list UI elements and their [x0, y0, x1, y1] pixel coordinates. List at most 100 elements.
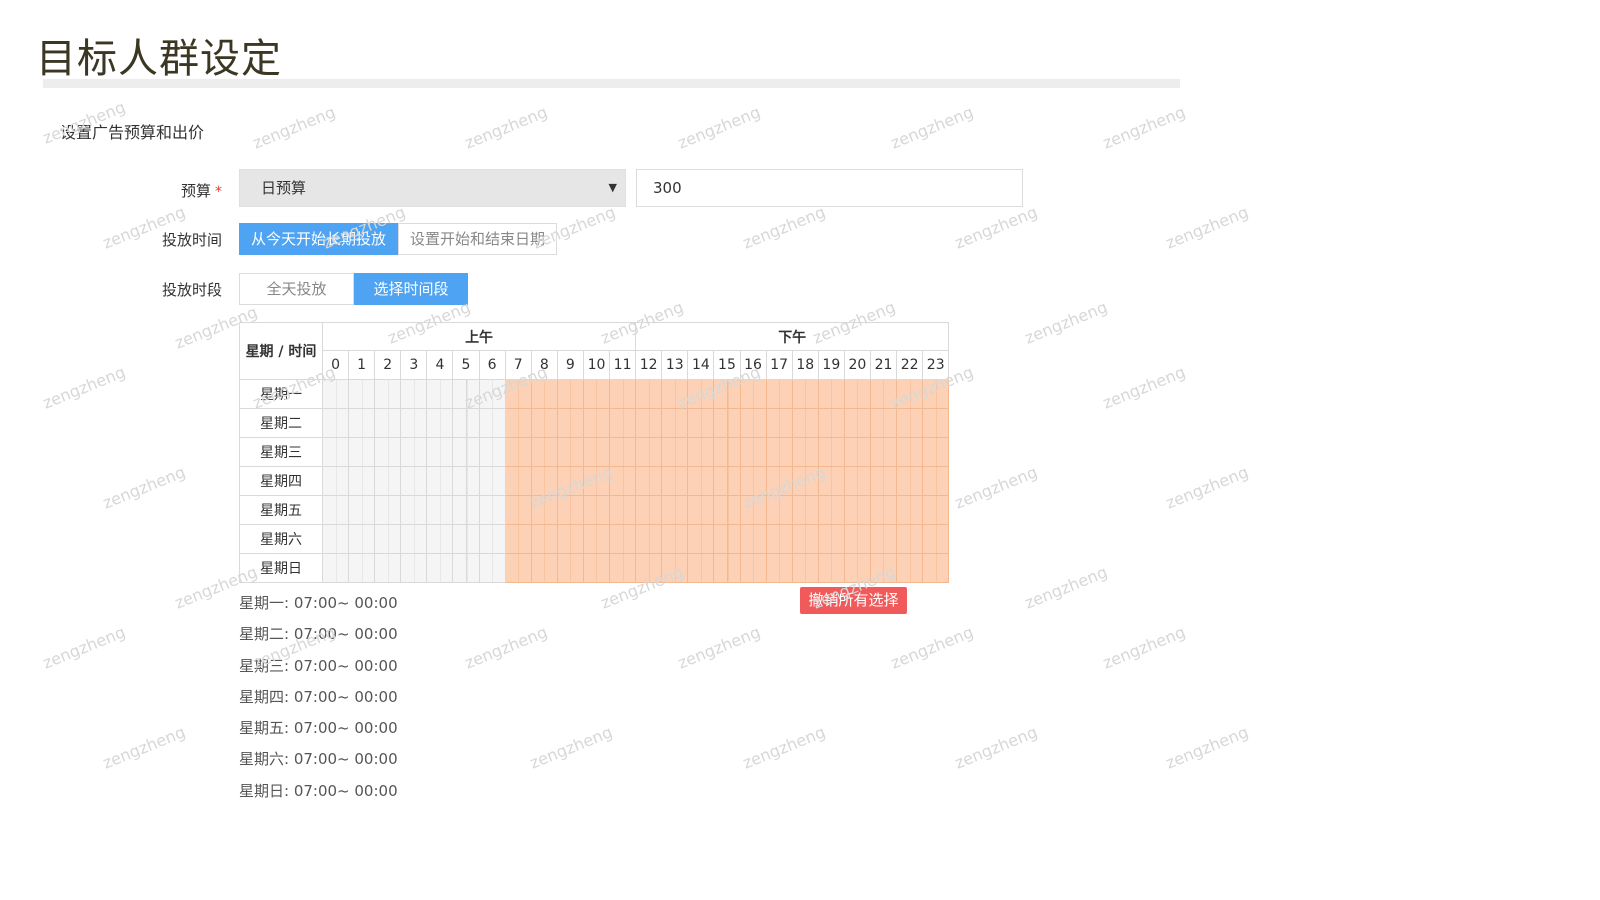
day-label[interactable]: 星期四: [239, 466, 323, 496]
time-slot-cell[interactable]: [739, 408, 767, 438]
time-slot-cell[interactable]: [843, 466, 871, 496]
time-slot-cell[interactable]: [922, 437, 950, 467]
time-slot-cell[interactable]: [661, 553, 689, 583]
time-slot-cell[interactable]: [426, 466, 454, 496]
time-slot-cell[interactable]: [635, 524, 663, 554]
time-slot-cell[interactable]: [400, 524, 428, 554]
hour-header[interactable]: 20: [843, 350, 871, 380]
time-slot-cell[interactable]: [765, 408, 793, 438]
hour-header[interactable]: 0: [321, 350, 350, 380]
time-slot-cell[interactable]: [348, 524, 376, 554]
time-slot-cell[interactable]: [478, 466, 506, 496]
time-slot-cell[interactable]: [896, 408, 924, 438]
time-slot-cell[interactable]: [661, 408, 689, 438]
time-slot-cell[interactable]: [374, 379, 402, 409]
time-slot-cell[interactable]: [713, 466, 741, 496]
set-date-range-button[interactable]: 设置开始和结束日期: [398, 223, 558, 255]
cancel-all-selection-button[interactable]: 撤销所有选择: [800, 587, 907, 614]
time-slot-cell[interactable]: [791, 553, 819, 583]
time-slot-cell[interactable]: [582, 437, 611, 467]
day-label[interactable]: 星期一: [239, 379, 323, 409]
time-slot-cell[interactable]: [504, 524, 532, 554]
day-label[interactable]: 星期二: [239, 408, 323, 438]
time-slot-cell[interactable]: [817, 466, 845, 496]
all-day-button[interactable]: 全天投放: [239, 273, 354, 305]
time-slot-cell[interactable]: [609, 553, 637, 583]
time-slot-cell[interactable]: [635, 408, 663, 438]
time-slot-cell[interactable]: [713, 408, 741, 438]
time-slot-cell[interactable]: [843, 437, 871, 467]
time-slot-cell[interactable]: [321, 553, 350, 583]
hour-header[interactable]: 4: [426, 350, 454, 380]
hour-header[interactable]: 6: [478, 350, 506, 380]
time-slot-cell[interactable]: [609, 524, 637, 554]
hour-header[interactable]: 7: [504, 350, 532, 380]
time-slot-cell[interactable]: [426, 379, 454, 409]
time-slot-cell[interactable]: [556, 466, 584, 496]
hour-header[interactable]: 2: [374, 350, 402, 380]
time-slot-cell[interactable]: [556, 437, 584, 467]
budget-type-select[interactable]: 日预算 ▼: [239, 169, 626, 207]
time-slot-cell[interactable]: [348, 379, 376, 409]
time-slot-cell[interactable]: [765, 553, 793, 583]
time-slot-cell[interactable]: [374, 495, 402, 525]
time-slot-cell[interactable]: [739, 524, 767, 554]
time-slot-cell[interactable]: [478, 379, 506, 409]
time-slot-cell[interactable]: [661, 437, 689, 467]
time-slot-cell[interactable]: [635, 553, 663, 583]
time-slot-cell[interactable]: [687, 553, 715, 583]
time-slot-cell[interactable]: [478, 408, 506, 438]
hour-header[interactable]: 5: [452, 350, 480, 380]
time-slot-cell[interactable]: [504, 408, 532, 438]
time-slot-cell[interactable]: [609, 495, 637, 525]
hour-header[interactable]: 10: [582, 350, 611, 380]
time-slot-cell[interactable]: [765, 466, 793, 496]
time-slot-cell[interactable]: [400, 495, 428, 525]
time-slot-cell[interactable]: [843, 524, 871, 554]
time-slot-cell[interactable]: [713, 379, 741, 409]
time-slot-cell[interactable]: [843, 553, 871, 583]
hour-header[interactable]: 13: [661, 350, 689, 380]
time-slot-cell[interactable]: [400, 437, 428, 467]
time-slot-cell[interactable]: [478, 437, 506, 467]
time-slot-cell[interactable]: [478, 495, 506, 525]
time-slot-cell[interactable]: [530, 379, 558, 409]
time-slot-cell[interactable]: [374, 553, 402, 583]
time-slot-cell[interactable]: [400, 466, 428, 496]
time-slot-cell[interactable]: [791, 379, 819, 409]
time-slot-cell[interactable]: [739, 379, 767, 409]
time-slot-cell[interactable]: [817, 408, 845, 438]
time-slot-cell[interactable]: [582, 524, 611, 554]
time-slot-cell[interactable]: [556, 524, 584, 554]
select-period-button[interactable]: 选择时间段: [354, 273, 468, 305]
time-slot-cell[interactable]: [635, 379, 663, 409]
time-slot-cell[interactable]: [452, 495, 480, 525]
time-slot-cell[interactable]: [713, 437, 741, 467]
time-slot-cell[interactable]: [321, 379, 350, 409]
time-slot-cell[interactable]: [556, 379, 584, 409]
time-slot-cell[interactable]: [609, 408, 637, 438]
time-slot-cell[interactable]: [426, 553, 454, 583]
time-slot-cell[interactable]: [556, 495, 584, 525]
time-slot-cell[interactable]: [791, 466, 819, 496]
time-slot-cell[interactable]: [869, 466, 898, 496]
hour-header[interactable]: 9: [556, 350, 584, 380]
time-slot-cell[interactable]: [922, 466, 950, 496]
time-slot-cell[interactable]: [922, 495, 950, 525]
time-slot-cell[interactable]: [452, 437, 480, 467]
time-slot-cell[interactable]: [765, 379, 793, 409]
time-slot-cell[interactable]: [582, 553, 611, 583]
time-slot-cell[interactable]: [687, 466, 715, 496]
time-slot-cell[interactable]: [739, 466, 767, 496]
time-slot-cell[interactable]: [791, 495, 819, 525]
day-label[interactable]: 星期三: [239, 437, 323, 467]
time-slot-cell[interactable]: [687, 524, 715, 554]
time-slot-cell[interactable]: [374, 466, 402, 496]
time-slot-cell[interactable]: [348, 553, 376, 583]
time-slot-cell[interactable]: [556, 553, 584, 583]
time-slot-cell[interactable]: [504, 553, 532, 583]
time-slot-cell[interactable]: [922, 379, 950, 409]
time-slot-cell[interactable]: [400, 379, 428, 409]
hour-header[interactable]: 22: [896, 350, 924, 380]
time-slot-cell[interactable]: [426, 495, 454, 525]
